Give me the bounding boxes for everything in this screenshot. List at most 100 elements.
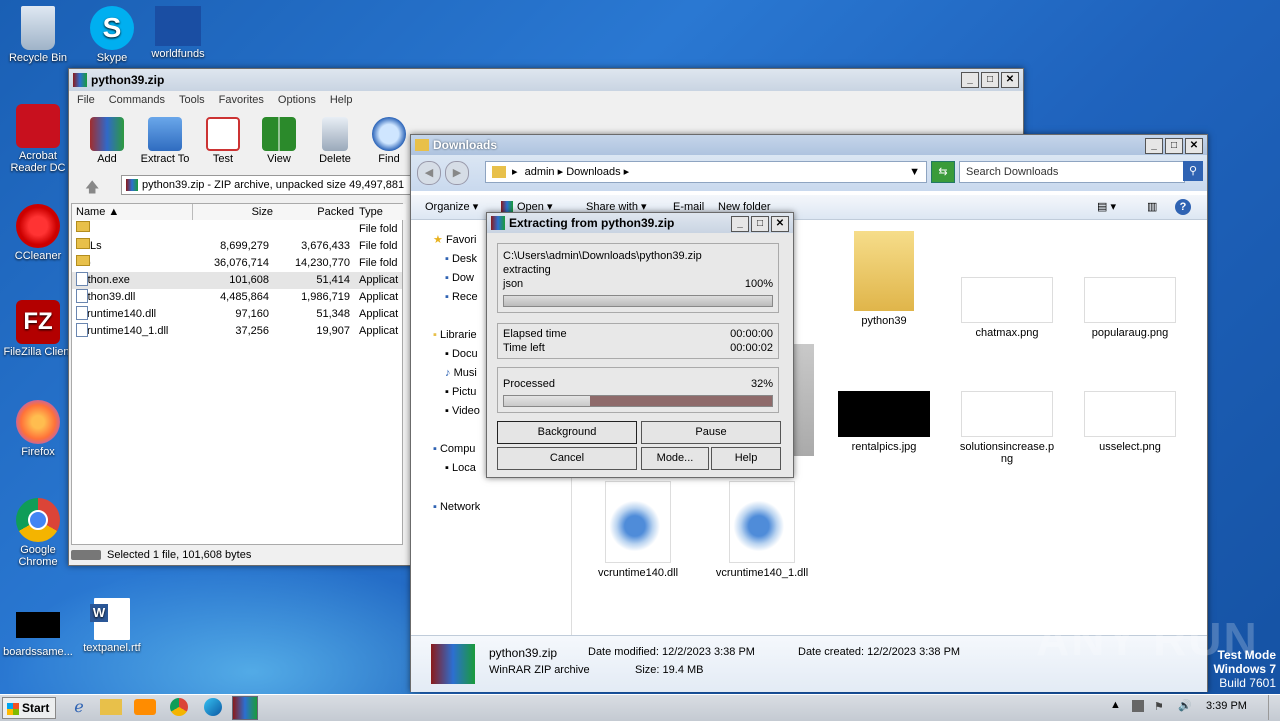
menu-favorites[interactable]: Favorites [219,94,264,106]
menu-options[interactable]: Options [278,94,316,106]
network-tray-icon[interactable] [1132,700,1144,712]
col-header-size[interactable]: Size [193,204,278,220]
table-row[interactable]: Lib 36,076,714 14,230,770 File fold [72,255,402,272]
breadcrumb-admin[interactable]: admin [525,166,555,178]
cancel-button[interactable]: Cancel [497,447,637,470]
ccleaner-shortcut[interactable]: CCleaner [0,204,76,262]
nav-videos[interactable]: ▪ Video [445,405,480,417]
file-item-usselect[interactable]: usselect.png [1075,391,1185,453]
menu-tools[interactable]: Tools [179,94,205,106]
nav-downloads[interactable]: ▪ Dow [445,272,474,284]
preview-pane-icon[interactable]: ▥ [1147,195,1157,219]
chrome-taskbar-icon[interactable] [170,698,188,716]
nav-favorites[interactable]: ★ Favori [433,233,477,246]
nav-documents[interactable]: ▪ Docu [445,348,478,360]
table-row[interactable]: DLLs 8,699,279 3,676,433 File fold [72,238,402,255]
find-button[interactable]: Find [361,117,417,165]
cell-packed: 51,348 [316,308,350,320]
firefox-shortcut[interactable]: Firefox [0,400,76,458]
table-row[interactable]: python.exe 101,608 51,414 Applicat [72,272,402,289]
add-button[interactable]: Add [79,117,135,165]
nav-pictures[interactable]: ▪ Pictu [445,386,476,398]
show-desktop-button[interactable] [1268,695,1279,720]
help-button[interactable]: Help [711,447,781,470]
file-item-solutionsincrease[interactable]: solutionsincrease.png [952,391,1062,465]
view-button[interactable]: View [251,117,307,165]
media-player-taskbar-icon[interactable] [134,699,156,715]
up-arrow-icon[interactable]: 🡅 [85,177,99,201]
col-header-name[interactable]: Name ▲ [72,204,193,220]
file-item-chatmax[interactable]: chatmax.png [952,277,1062,339]
maximize-button[interactable]: □ [981,72,999,88]
boardssame-shortcut[interactable]: boardssame... [0,612,76,658]
close-button[interactable]: ✕ [1001,72,1019,88]
menu-file[interactable]: File [77,94,95,106]
search-icon[interactable]: ⚲ [1183,161,1203,181]
view-options-icon[interactable]: ▤ ▾ [1097,195,1116,219]
image-thumbnail [1084,277,1176,323]
nav-music[interactable]: ♪ Musi [445,367,477,379]
maximize-button[interactable]: □ [1165,138,1183,154]
background-button[interactable]: Background [497,421,637,444]
details-file-name: python39.zip [489,646,558,660]
flag-tray-icon[interactable]: ⚑ [1154,700,1164,713]
worldfunds-shortcut[interactable]: worldfunds [140,6,216,60]
help-icon[interactable]: ? [1175,199,1191,215]
file-item-popularaug[interactable]: popularaug.png [1075,277,1185,339]
extract-to-button[interactable]: Extract To [137,117,193,165]
nav-computer[interactable]: ▪ Compu [433,443,475,455]
explorer-taskbar-icon[interactable] [100,699,122,715]
table-row[interactable]: python39.dll 4,485,864 1,986,719 Applicat [72,289,402,306]
table-row[interactable]: vcruntime140.dll 97,160 51,348 Applicat [72,306,402,323]
nav-local-disk[interactable]: ▪ Loca [445,462,476,474]
table-row[interactable]: vcruntime140_1.dll 37,256 19,907 Applicat [72,323,402,340]
skype-shortcut[interactable]: S Skype [74,6,150,64]
file-item-vcruntime140-1[interactable]: vcruntime140_1.dll [707,481,817,579]
close-button[interactable]: ✕ [771,216,789,232]
address-bar[interactable]: ▸ admin ▸ Downloads ▸ ▼ [485,161,927,183]
file-item-rentalpics[interactable]: rentalpics.jpg [829,391,939,453]
forward-button[interactable]: ▶ [445,161,469,185]
filezilla-icon: FZ [16,300,60,344]
minimize-button[interactable]: _ [731,216,749,232]
maximize-button[interactable]: □ [751,216,769,232]
address-dropdown-icon[interactable]: ▼ [909,162,920,182]
back-button[interactable]: ◀ [417,161,441,185]
minimize-button[interactable]: _ [1145,138,1163,154]
nav-desktop[interactable]: ▪ Desk [445,253,477,265]
table-row[interactable]: .. File fold [72,221,402,238]
delete-button[interactable]: Delete [307,117,363,165]
firefox-icon [16,400,60,444]
col-header-type[interactable]: Type [355,204,406,220]
search-input[interactable]: Search Downloads [959,161,1185,183]
acrobat-shortcut[interactable]: Acrobat Reader DC [0,104,76,174]
refresh-button[interactable]: ⇆ [931,161,955,183]
chrome-shortcut[interactable]: Google Chrome [0,498,76,568]
ie-taskbar-icon[interactable]: ℯ [66,697,92,717]
nav-libraries[interactable]: ▪ Librarie [433,329,477,341]
menu-help[interactable]: Help [330,94,353,106]
nav-network[interactable]: ▪ Network [433,501,480,513]
organize-button[interactable]: Organize ▾ [425,195,478,219]
breadcrumb-downloads[interactable]: Downloads [566,166,620,178]
edge-taskbar-icon[interactable] [204,698,222,716]
winrar-menu-bar: File Commands Tools Favorites Options He… [69,91,1023,109]
tray-chevron-icon[interactable]: ▲ [1110,699,1121,711]
minimize-button[interactable]: _ [961,72,979,88]
file-item-python39-folder[interactable]: python39 [829,231,939,327]
col-header-packed[interactable]: Packed [274,204,359,220]
menu-commands[interactable]: Commands [109,94,165,106]
clock[interactable]: 3:39 PM [1206,700,1247,712]
file-item-vcruntime140[interactable]: vcruntime140.dll [583,481,693,579]
mode-button[interactable]: Mode... [641,447,709,470]
nav-recent[interactable]: ▪ Rece [445,291,478,303]
volume-tray-icon[interactable]: 🔊 [1178,699,1192,712]
textpanel-shortcut[interactable]: W textpanel.rtf [74,598,150,654]
test-button[interactable]: Test [195,117,251,165]
close-button[interactable]: ✕ [1185,138,1203,154]
filezilla-shortcut[interactable]: FZ FileZilla Client [0,300,76,358]
winrar-taskbar-icon[interactable] [232,696,258,720]
pause-button[interactable]: Pause [641,421,781,444]
recycle-bin[interactable]: Recycle Bin [0,6,76,64]
start-button[interactable]: Start [2,697,56,719]
